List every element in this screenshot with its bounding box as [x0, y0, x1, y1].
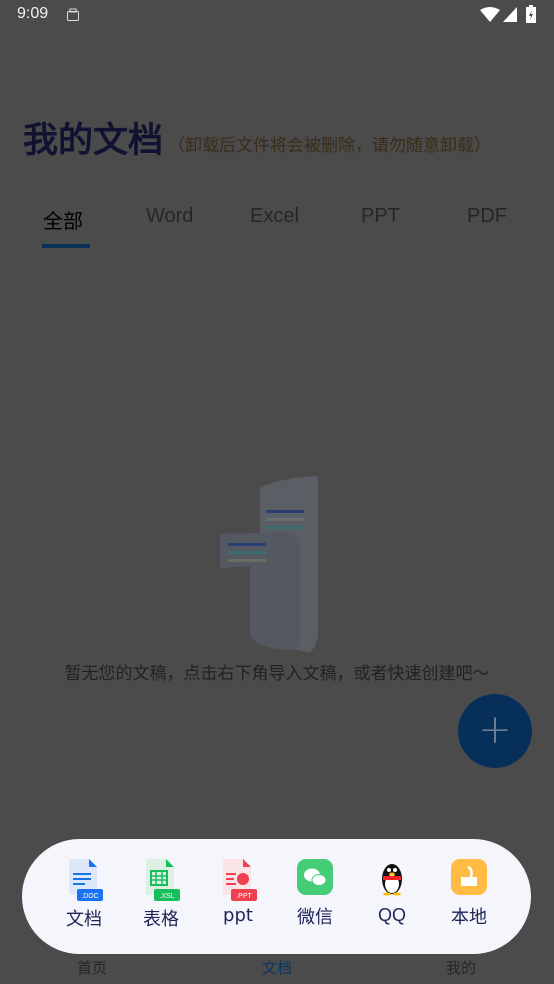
import-wechat-button[interactable]: 微信	[280, 859, 350, 929]
add-document-button[interactable]: +	[458, 694, 532, 768]
page-title: 我的文档	[23, 121, 164, 161]
page-subtitle: （卸载后文件将会被删除，请勿随意卸载）	[168, 136, 491, 156]
import-sheet: .DOC 文档 .XSL 表格 .PPT ppt 微信 QQ 本地	[22, 839, 531, 954]
tab-ppt[interactable]: PPT	[361, 205, 400, 228]
import-doc-label: 文档	[66, 909, 102, 930]
wechat-icon	[297, 859, 333, 895]
clipboard-icon	[67, 8, 79, 21]
ppt-file-icon: .PPT	[219, 859, 257, 901]
import-ppt-button[interactable]: .PPT ppt	[203, 859, 273, 926]
empty-state-message: 暂无您的文稿，点击右下角导入文稿，或者快速创建吧～	[64, 664, 490, 684]
empty-documents-illustration	[220, 476, 318, 653]
signal-icon	[503, 7, 517, 22]
nav-home[interactable]: 首页	[77, 957, 107, 978]
import-wechat-label: 微信	[297, 907, 333, 928]
wifi-icon	[480, 7, 500, 22]
xls-file-icon: .XSL	[142, 859, 180, 901]
nav-documents[interactable]: 文档	[262, 957, 292, 978]
import-qq-label: QQ	[377, 905, 406, 925]
tab-excel[interactable]: Excel	[250, 205, 299, 228]
import-xls-label: 表格	[143, 909, 179, 930]
svg-text:.XSL: .XSL	[159, 893, 174, 900]
tab-pdf[interactable]: PDF	[467, 205, 507, 228]
tab-word[interactable]: Word	[146, 205, 193, 228]
import-qq-button[interactable]: QQ	[357, 859, 427, 926]
import-local-label: 本地	[451, 907, 487, 928]
tab-all[interactable]: 全部	[43, 205, 83, 234]
qq-icon	[373, 859, 411, 897]
local-folder-icon	[451, 859, 487, 895]
svg-text:.PPT: .PPT	[236, 893, 252, 900]
import-ppt-label: ppt	[223, 905, 253, 926]
status-bar: 9:09	[0, 0, 554, 30]
status-time: 9:09	[17, 5, 49, 22]
doc-file-icon: .DOC	[65, 859, 103, 901]
tab-indicator	[42, 244, 90, 248]
import-xls-button[interactable]: .XSL 表格	[126, 859, 196, 931]
import-local-button[interactable]: 本地	[434, 859, 504, 929]
svg-text:.DOC: .DOC	[81, 893, 99, 900]
battery-charging-icon	[526, 5, 536, 23]
nav-mine[interactable]: 我的	[446, 957, 476, 978]
import-doc-button[interactable]: .DOC 文档	[49, 859, 119, 931]
